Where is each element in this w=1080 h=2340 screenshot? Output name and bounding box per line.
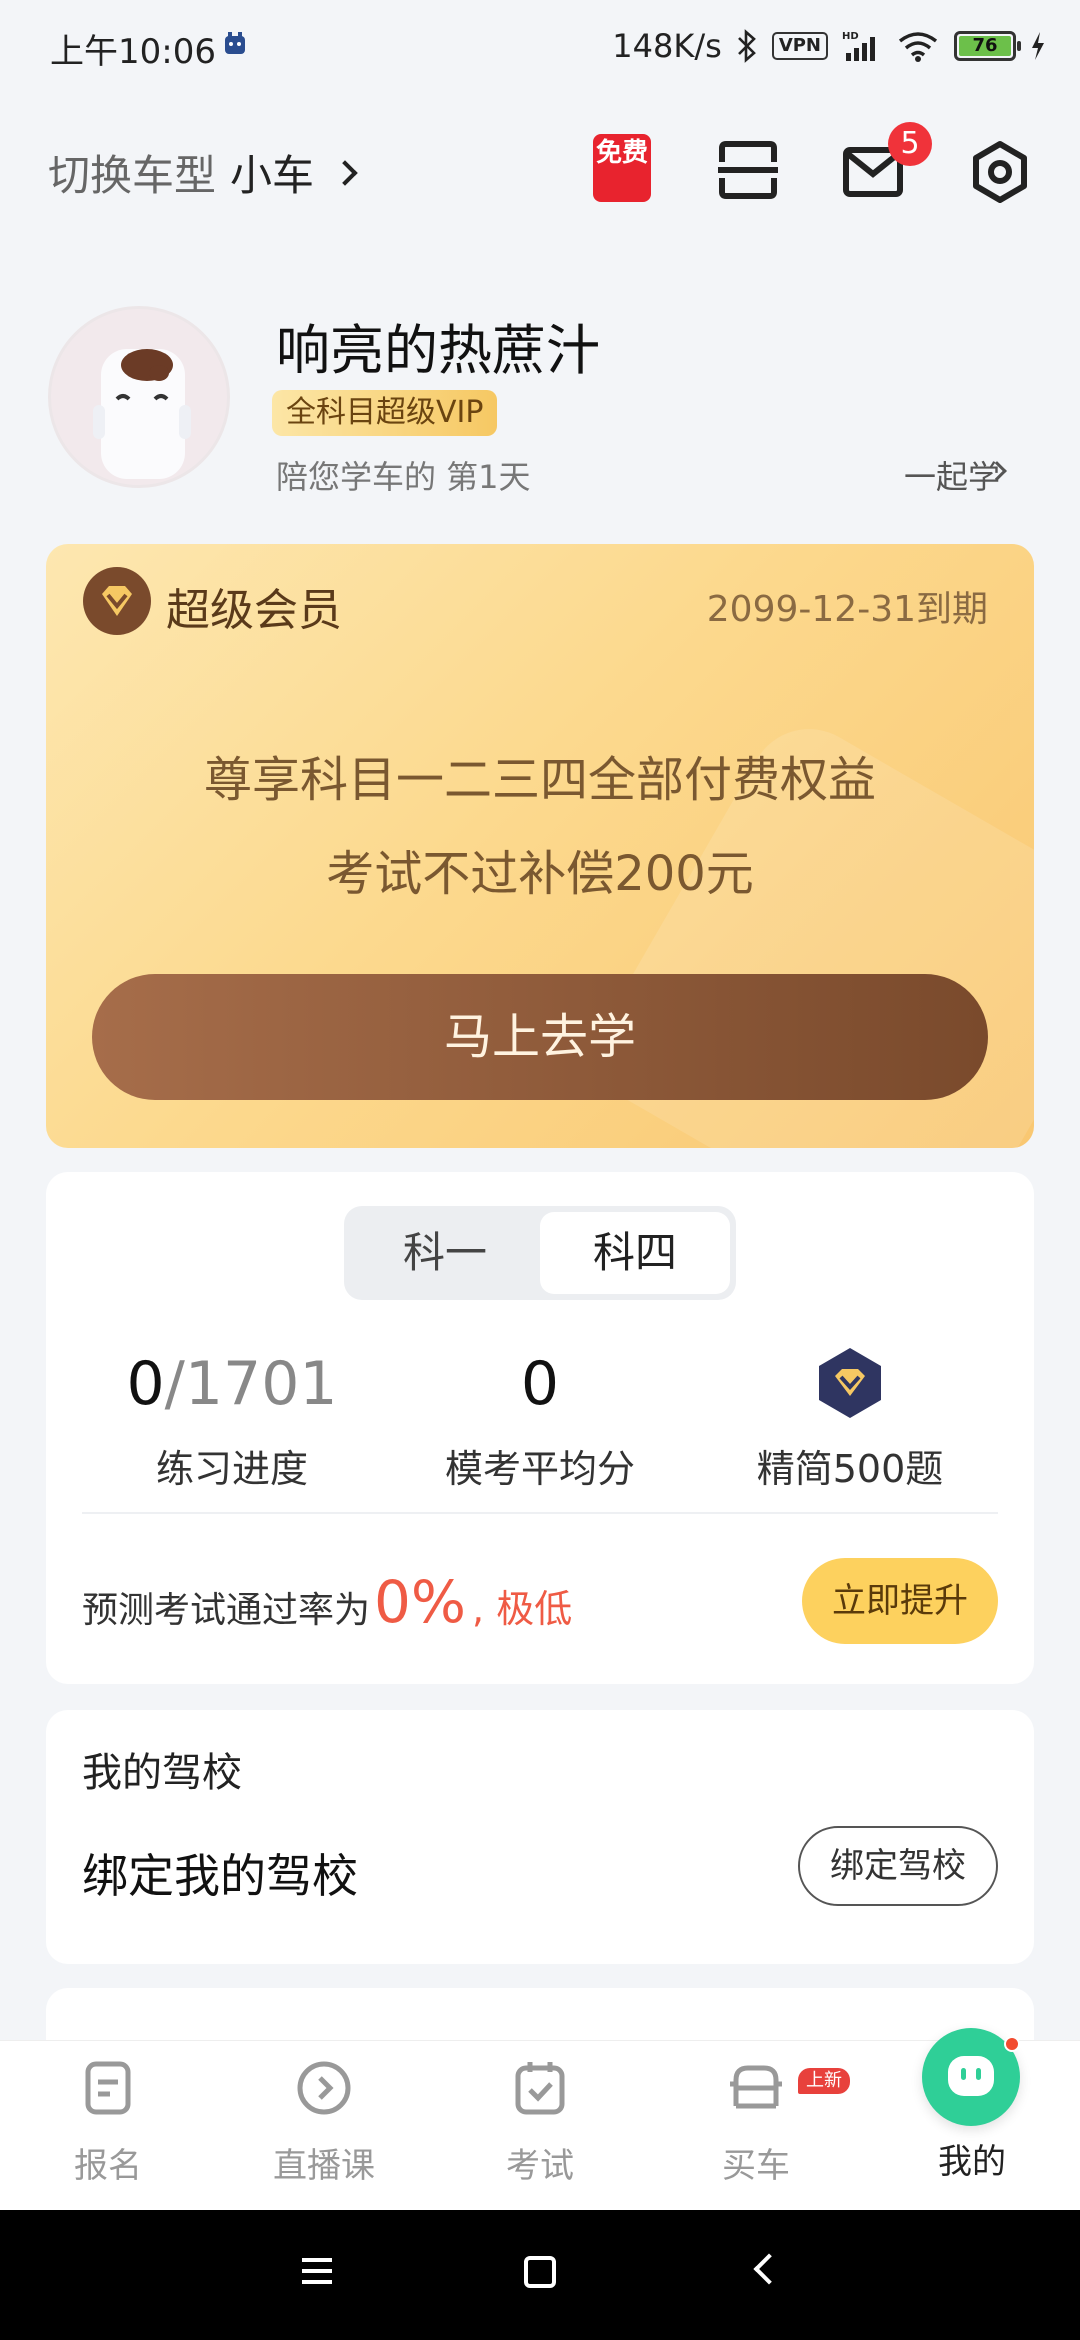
vip-expire-date: 2099-12-31到期 (706, 589, 988, 630)
username[interactable]: 响亮的热蔗汁 (276, 306, 600, 385)
driving-school-title: 我的驾校 (82, 1750, 242, 1796)
super-vip-card[interactable]: 超级会员 2099-12-31到期 尊享科目一二三四全部付费权益 考试不过补偿2… (46, 544, 1034, 1148)
charging-icon (1032, 32, 1044, 60)
switch-car-type[interactable]: 切换车型 小车 (48, 142, 358, 203)
wifi-icon (898, 32, 938, 62)
average-score-label: 模考平均分 (444, 1447, 635, 1491)
vip-tag: 全科目超级VIP (272, 390, 498, 436)
network-speed: 148K/s (612, 27, 722, 65)
pass-rate-prediction: 预测考试通过率为 0% , 极低 (82, 1568, 572, 1636)
nav-label-live: 直播课 (273, 2146, 375, 2186)
switch-car-label: 切换车型 (48, 151, 217, 200)
avatar-mascot-icon (93, 349, 191, 479)
bind-school-button[interactable]: 绑定驾校 (798, 1826, 998, 1906)
free-gift-icon[interactable]: 免费 (593, 134, 651, 202)
premium-questions-stat[interactable]: 精简500题 (700, 1344, 1000, 1493)
nav-label-buy-car: 买车 (722, 2146, 790, 2186)
battery-icon: 76 (954, 31, 1021, 61)
nav-label-signup: 报名 (74, 2146, 142, 2186)
pass-rate-value: 0% (374, 1568, 467, 1636)
chevron-right-icon (332, 159, 358, 186)
tab-subject-one[interactable]: 科一 (350, 1212, 540, 1294)
car-icon (730, 2065, 782, 2109)
nav-item-exam[interactable]: 考试 (432, 2058, 648, 2187)
pass-rate-text: 预测考试通过率为 (82, 1590, 371, 1631)
bluetooth-icon (737, 29, 756, 63)
vip-diamond-badge-icon (83, 567, 151, 635)
go-study-button[interactable]: 马上去学 (92, 974, 988, 1100)
tab-subject-four[interactable]: 科四 (540, 1212, 730, 1294)
free-label: 免费 (595, 138, 648, 168)
new-badge: 上新 (798, 2068, 850, 2094)
average-score-value: 0 (520, 1349, 560, 1419)
status-indicators: 148K/s VPN HD 76 (612, 22, 1046, 70)
pass-rate-level: , 极低 (472, 1587, 573, 1631)
practice-progress-stat[interactable]: 0/1701 练习进度 (82, 1344, 382, 1493)
vip-compensation-line: 考试不过补偿200元 (326, 846, 754, 902)
play-icon (297, 2061, 351, 2115)
nav-item-live[interactable]: 直播课 (216, 2058, 432, 2187)
progress-label: 练习进度 (155, 1447, 308, 1491)
battery-level: 76 (959, 36, 1011, 56)
menu-icon[interactable] (300, 2256, 334, 2286)
status-time: 上午10:06 (50, 32, 216, 72)
nav-label-mine: 我的 (938, 2142, 1006, 2182)
progress-total: /1701 (164, 1349, 338, 1419)
progress-done: 0 (126, 1349, 165, 1419)
vpn-badge: VPN (771, 32, 828, 60)
vip-benefit-line: 尊享科目一二三四全部付费权益 (203, 752, 876, 808)
nav-item-signup[interactable]: 报名 (0, 2058, 216, 2187)
boost-now-button[interactable]: 立即提升 (802, 1558, 998, 1644)
bind-school-text: 绑定我的驾校 (82, 1849, 358, 1903)
settings-icon[interactable] (968, 140, 1032, 204)
vip-card-title: 超级会员 (166, 585, 342, 636)
signal-icon: HD (842, 31, 875, 61)
home-icon[interactable] (524, 2256, 556, 2288)
notification-dot (1004, 2036, 1020, 2052)
exam-icon (515, 2062, 565, 2115)
study-days: 陪您学车的 第1天 (276, 458, 531, 496)
subject-toggle[interactable]: 科一 科四 (344, 1206, 736, 1300)
mail-unread-badge: 5 (888, 122, 932, 166)
premium-diamond-icon (819, 1348, 881, 1418)
app-notification-icon (225, 32, 245, 54)
divider (82, 1512, 998, 1514)
form-icon (85, 2061, 131, 2115)
scan-icon[interactable] (718, 140, 778, 200)
study-together-link[interactable]: 一起学 (904, 452, 1000, 498)
car-type-value: 小车 (230, 151, 315, 200)
svg-text:HD: HD (842, 31, 859, 42)
average-score-stat[interactable]: 0 模考平均分 (390, 1344, 690, 1493)
nav-label-exam: 考试 (506, 2146, 574, 2186)
avatar[interactable] (48, 306, 230, 488)
premium-questions-label: 精简500题 (756, 1447, 944, 1491)
